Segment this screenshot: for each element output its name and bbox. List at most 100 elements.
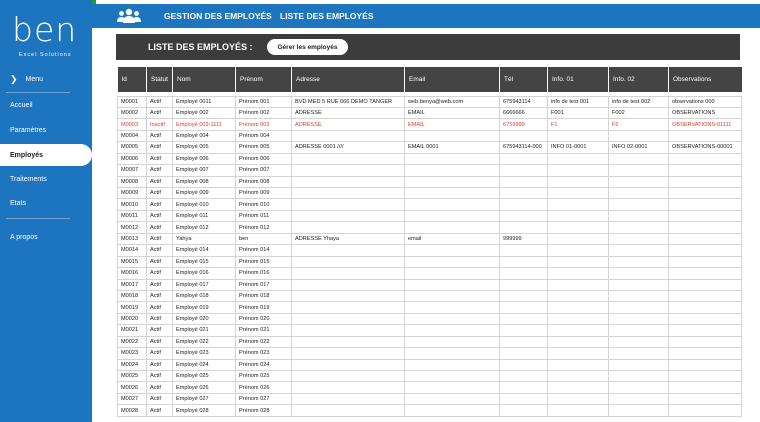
cell-info-01[interactable] xyxy=(547,175,609,189)
cell-adresse[interactable] xyxy=(291,152,405,166)
cell-email[interactable] xyxy=(404,358,500,372)
cell-statut[interactable]: Actif xyxy=(146,232,173,246)
cell-tel[interactable] xyxy=(499,255,548,269)
cell-info-02[interactable] xyxy=(608,392,669,406)
cell-prenom[interactable]: Prénom 017 xyxy=(235,278,292,291)
column-header-prenom[interactable]: Prénom xyxy=(235,67,292,92)
cell-info-02[interactable] xyxy=(608,175,669,189)
cell-nom[interactable]: Employé 012 xyxy=(172,221,236,234)
table-row[interactable]: M0015 Actif Employé 015 Prénom 015 xyxy=(117,255,742,269)
column-header-observations[interactable]: Observations xyxy=(668,67,742,92)
cell-info-01[interactable] xyxy=(547,152,609,166)
cell-email[interactable]: email xyxy=(404,232,500,246)
cell-prenom[interactable]: Prénom 020 xyxy=(235,312,292,326)
cell-observations[interactable] xyxy=(668,164,742,177)
cell-id[interactable]: M0009 xyxy=(117,186,147,200)
cell-tel[interactable] xyxy=(499,164,548,177)
cell-statut[interactable]: Inactif xyxy=(146,118,173,131)
cell-statut[interactable]: Actif xyxy=(146,312,173,326)
table-row[interactable]: M0021 Actif Employé 021 Prénom 021 xyxy=(117,324,742,337)
cell-id[interactable]: M0015 xyxy=(117,255,147,269)
cell-prenom[interactable]: Prénom 016 xyxy=(235,267,292,280)
column-header-email[interactable]: Email xyxy=(404,67,500,92)
cell-adresse[interactable]: ADRESSE 0001 //// xyxy=(291,141,405,154)
cell-prenom[interactable]: Prénom 014 xyxy=(235,244,292,257)
cell-adresse[interactable] xyxy=(291,392,405,406)
cell-statut[interactable]: Actif xyxy=(146,324,173,337)
cell-adresse[interactable]: BVD MED 5 RUE 666 DEMO TANGER xyxy=(291,95,405,108)
cell-id[interactable]: M0024 xyxy=(117,358,147,372)
cell-nom[interactable]: Employé 026 xyxy=(172,381,236,394)
column-header-adresse[interactable]: Adresse xyxy=(291,67,405,92)
cell-prenom[interactable]: Prénom 011 xyxy=(235,209,292,223)
cell-statut[interactable]: Actif xyxy=(146,278,173,291)
table-row[interactable]: M0016 Actif Employé 016 Prénom 016 xyxy=(117,267,742,280)
cell-tel[interactable] xyxy=(499,244,548,257)
table-row[interactable]: M0011 Actif Employé 011 Prénom 011 xyxy=(117,209,742,223)
column-header-statut[interactable]: Statut xyxy=(146,67,173,92)
table-row[interactable]: M0001 Actif Employé 0011 Prénom 001 BVD MED … xyxy=(117,95,742,108)
cell-email[interactable]: EMAIL xyxy=(404,106,500,120)
cell-prenom[interactable]: Prénom 002 xyxy=(235,106,292,120)
cell-observations[interactable] xyxy=(668,369,742,383)
cell-adresse[interactable] xyxy=(291,404,405,417)
cell-info-01[interactable] xyxy=(547,312,609,326)
cell-id[interactable]: M0020 xyxy=(117,312,147,326)
cell-info-01[interactable] xyxy=(547,324,609,337)
cell-info-01[interactable] xyxy=(547,289,609,303)
cell-email[interactable] xyxy=(404,255,500,269)
cell-info-02[interactable] xyxy=(608,381,669,394)
menu-toggle-button[interactable]: ❯ Menu xyxy=(0,70,92,88)
cell-info-01[interactable] xyxy=(547,232,609,246)
cell-id[interactable]: M0001 xyxy=(117,95,147,108)
cell-info-01[interactable] xyxy=(547,244,609,257)
cell-observations[interactable]: observations 000 xyxy=(668,95,742,108)
cell-tel[interactable]: 999999 xyxy=(499,232,548,246)
cell-info-01[interactable] xyxy=(547,164,609,177)
cell-tel[interactable] xyxy=(499,221,548,234)
sidebar-item-employes[interactable]: Employés xyxy=(0,144,92,166)
cell-adresse[interactable] xyxy=(291,347,405,360)
column-header-tel[interactable]: Tél xyxy=(499,67,548,92)
table-row[interactable]: M0009 Actif Employé 009 Prénom 009 xyxy=(117,186,742,200)
cell-prenom[interactable]: Prénom 009 xyxy=(235,186,292,200)
cell-adresse[interactable] xyxy=(291,358,405,372)
cell-adresse[interactable] xyxy=(291,221,405,234)
cell-info-02[interactable] xyxy=(608,347,669,360)
cell-adresse[interactable] xyxy=(291,164,405,177)
cell-info-02[interactable] xyxy=(608,278,669,291)
cell-prenom[interactable]: Prénom 004 xyxy=(235,129,292,143)
cell-adresse[interactable] xyxy=(291,255,405,269)
cell-info-01[interactable] xyxy=(547,221,609,234)
cell-tel[interactable] xyxy=(499,335,548,349)
cell-tel[interactable] xyxy=(499,289,548,303)
cell-nom[interactable]: Employé 011 xyxy=(172,209,236,223)
cell-info-01[interactable] xyxy=(547,267,609,280)
cell-statut[interactable]: Actif xyxy=(146,244,173,257)
cell-nom[interactable]: Employé 002 xyxy=(172,106,236,120)
cell-id[interactable]: M0011 xyxy=(117,209,147,223)
cell-nom[interactable]: Employé 003-1111 xyxy=(172,118,236,131)
cell-tel[interactable] xyxy=(499,381,548,394)
cell-tel[interactable] xyxy=(499,152,548,166)
cell-statut[interactable]: Actif xyxy=(146,129,173,143)
cell-statut[interactable]: Actif xyxy=(146,369,173,383)
cell-email[interactable] xyxy=(404,175,500,189)
cell-nom[interactable]: Employé 022 xyxy=(172,335,236,349)
cell-adresse[interactable] xyxy=(291,198,405,211)
cell-statut[interactable]: Actif xyxy=(146,141,173,154)
cell-statut[interactable]: Actif xyxy=(146,95,173,108)
table-row[interactable]: M0025 Actif Employé 025 Prénom 025 xyxy=(117,369,742,383)
cell-statut[interactable]: Actif xyxy=(146,164,173,177)
cell-prenom[interactable]: Prénom 023 xyxy=(235,347,292,360)
table-row[interactable]: M0017 Actif Employé 017 Prénom 017 xyxy=(117,278,742,291)
cell-email[interactable]: EMAIL 0001 xyxy=(404,141,500,154)
cell-info-02[interactable] xyxy=(608,289,669,303)
cell-adresse[interactable] xyxy=(291,324,405,337)
cell-nom[interactable]: Employé 014 xyxy=(172,244,236,257)
cell-id[interactable]: M0019 xyxy=(117,301,147,314)
cell-tel[interactable] xyxy=(499,369,548,383)
table-row[interactable]: M0024 Actif Employé 024 Prénom 024 xyxy=(117,358,742,372)
column-header-nom[interactable]: Nom xyxy=(172,67,236,92)
cell-statut[interactable]: Actif xyxy=(146,381,173,394)
